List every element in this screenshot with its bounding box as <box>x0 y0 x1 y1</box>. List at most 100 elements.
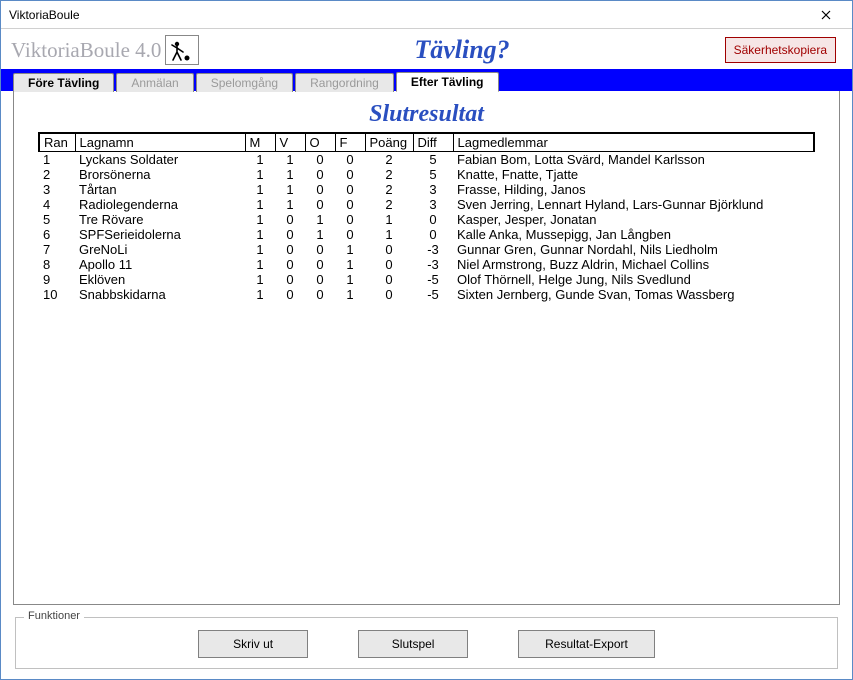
table-row: 1Lyckans Soldater110025Fabian Bom, Lotta… <box>39 152 814 168</box>
cell-f: 0 <box>335 227 365 242</box>
results-table: Ran Lagnamn M V O F Poäng Diff Lagmedlem… <box>38 132 815 302</box>
backup-button[interactable]: Säkerhetskopiera <box>725 37 836 63</box>
cell-f: 1 <box>335 272 365 287</box>
cell-diff: 0 <box>413 212 453 227</box>
cell-ran: 10 <box>39 287 75 302</box>
cell-o: 1 <box>305 212 335 227</box>
cell-lagmedlemmar: Niel Armstrong, Buzz Aldrin, Michael Col… <box>453 257 814 272</box>
cell-lagnamn: GreNoLi <box>75 242 245 257</box>
cell-m: 1 <box>245 287 275 302</box>
col-v: V <box>275 133 305 152</box>
col-ran: Ran <box>39 133 75 152</box>
cell-diff: -5 <box>413 287 453 302</box>
cell-o: 0 <box>305 197 335 212</box>
cell-o: 0 <box>305 242 335 257</box>
cell-lagnamn: Snabbskidarna <box>75 287 245 302</box>
cell-v: 1 <box>275 197 305 212</box>
table-row: 10Snabbskidarna10010-5Sixten Jernberg, G… <box>39 287 814 302</box>
cell-lagmedlemmar: Sixten Jernberg, Gunde Svan, Tomas Wassb… <box>453 287 814 302</box>
tab-efter-tavling[interactable]: Efter Tävling <box>396 72 499 92</box>
cell-lagmedlemmar: Sven Jerring, Lennart Hyland, Lars-Gunna… <box>453 197 814 212</box>
cell-ran: 1 <box>39 152 75 168</box>
cell-poang: 1 <box>365 227 413 242</box>
cell-ran: 8 <box>39 257 75 272</box>
cell-lagnamn: Tre Rövare <box>75 212 245 227</box>
tab-spelomgang[interactable]: Spelomgång <box>196 73 293 92</box>
col-lagmedlemmar: Lagmedlemmar <box>453 133 814 152</box>
cell-poang: 2 <box>365 152 413 168</box>
titlebar: ViktoriaBoule <box>1 1 852 29</box>
col-lagnamn: Lagnamn <box>75 133 245 152</box>
cell-ran: 3 <box>39 182 75 197</box>
playoff-button[interactable]: Slutspel <box>358 630 468 658</box>
tab-fore-tavling[interactable]: Före Tävling <box>13 73 114 92</box>
cell-diff: 3 <box>413 182 453 197</box>
cell-poang: 0 <box>365 257 413 272</box>
app-title-text: ViktoriaBoule 4.0 <box>11 38 161 63</box>
table-row: 9Eklöven10010-5Olof Thörnell, Helge Jung… <box>39 272 814 287</box>
cell-diff: 5 <box>413 167 453 182</box>
col-f: F <box>335 133 365 152</box>
table-row: 6SPFSerieidolerna101010Kalle Anka, Musse… <box>39 227 814 242</box>
cell-v: 1 <box>275 152 305 168</box>
results-heading: Slutresultat <box>14 91 839 132</box>
competition-title: Tävling? <box>199 35 724 65</box>
table-row: 2Brorsönerna110025Knatte, Fnatte, Tjatte <box>39 167 814 182</box>
col-m: M <box>245 133 275 152</box>
cell-f: 1 <box>335 257 365 272</box>
cell-lagnamn: Brorsönerna <box>75 167 245 182</box>
close-icon <box>821 7 831 23</box>
window-title: ViktoriaBoule <box>9 8 806 22</box>
cell-ran: 4 <box>39 197 75 212</box>
cell-diff: 3 <box>413 197 453 212</box>
cell-diff: -3 <box>413 257 453 272</box>
cell-m: 1 <box>245 212 275 227</box>
cell-f: 1 <box>335 287 365 302</box>
cell-o: 0 <box>305 167 335 182</box>
results-table-wrap: Ran Lagnamn M V O F Poäng Diff Lagmedlem… <box>38 132 815 604</box>
col-diff: Diff <box>413 133 453 152</box>
cell-m: 1 <box>245 197 275 212</box>
cell-diff: -5 <box>413 272 453 287</box>
cell-lagmedlemmar: Frasse, Hilding, Janos <box>453 182 814 197</box>
table-header-row: Ran Lagnamn M V O F Poäng Diff Lagmedlem… <box>39 133 814 152</box>
cell-o: 1 <box>305 227 335 242</box>
cell-v: 0 <box>275 257 305 272</box>
cell-m: 1 <box>245 182 275 197</box>
cell-poang: 0 <box>365 272 413 287</box>
cell-poang: 2 <box>365 182 413 197</box>
cell-v: 1 <box>275 167 305 182</box>
tab-anmalan[interactable]: Anmälan <box>116 73 193 92</box>
cell-lagmedlemmar: Olof Thörnell, Helge Jung, Nils Svedlund <box>453 272 814 287</box>
cell-v: 0 <box>275 212 305 227</box>
cell-v: 0 <box>275 272 305 287</box>
cell-f: 0 <box>335 152 365 168</box>
cell-ran: 9 <box>39 272 75 287</box>
cell-lagnamn: Tårtan <box>75 182 245 197</box>
cell-o: 0 <box>305 257 335 272</box>
header: ViktoriaBoule 4.0 Tävling? Säkerhetskopi… <box>1 29 852 69</box>
cell-ran: 5 <box>39 212 75 227</box>
tab-rangordning[interactable]: Rangordning <box>295 73 394 92</box>
cell-lagnamn: Apollo 11 <box>75 257 245 272</box>
cell-v: 1 <box>275 182 305 197</box>
cell-poang: 2 <box>365 167 413 182</box>
cell-v: 0 <box>275 242 305 257</box>
col-poang: Poäng <box>365 133 413 152</box>
cell-ran: 6 <box>39 227 75 242</box>
cell-diff: 0 <box>413 227 453 242</box>
cell-m: 1 <box>245 167 275 182</box>
results-body: 1Lyckans Soldater110025Fabian Bom, Lotta… <box>39 152 814 303</box>
cell-f: 0 <box>335 167 365 182</box>
cell-m: 1 <box>245 227 275 242</box>
app-window: ViktoriaBoule ViktoriaBoule 4.0 Tävling?… <box>0 0 853 680</box>
print-button[interactable]: Skriv ut <box>198 630 308 658</box>
tab-bar: Före Tävling Anmälan Spelomgång Rangordn… <box>1 69 852 91</box>
cell-m: 1 <box>245 152 275 168</box>
close-button[interactable] <box>806 3 846 27</box>
cell-f: 1 <box>335 242 365 257</box>
cell-poang: 2 <box>365 197 413 212</box>
table-row: 5Tre Rövare101010Kasper, Jesper, Jonatan <box>39 212 814 227</box>
col-o: O <box>305 133 335 152</box>
result-export-button[interactable]: Resultat-Export <box>518 630 655 658</box>
